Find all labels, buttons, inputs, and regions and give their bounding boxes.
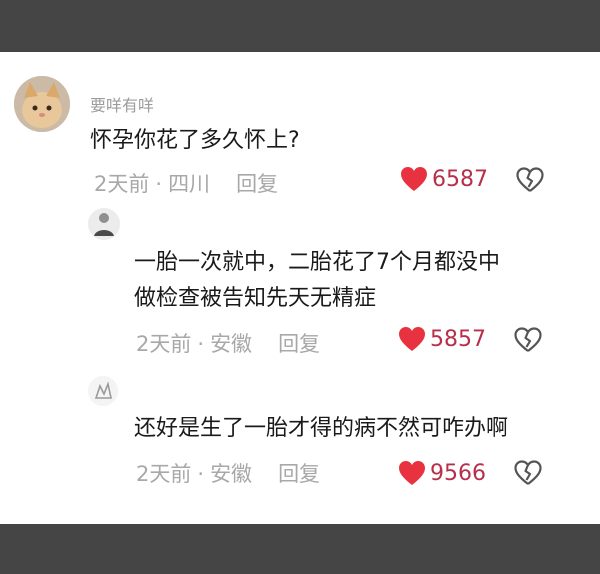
reply-time: 2天前 <box>136 332 192 356</box>
comment-location: 四川 <box>168 172 211 196</box>
heart-filled-icon <box>399 461 425 485</box>
reply-location: 安徽 <box>210 462 253 486</box>
reply-user-avatar[interactable] <box>88 376 118 406</box>
meta-separator: · <box>197 332 205 356</box>
reply-text-line: 做检查被告知先天无精症 <box>134 286 377 311</box>
top-frame-bar <box>0 0 600 52</box>
like-button[interactable]: 6587 <box>400 166 488 192</box>
reply-meta: 2天前 · 安徽 回复 <box>136 458 320 488</box>
reply-button[interactable]: 回复 <box>236 172 278 196</box>
user-avatar[interactable] <box>14 76 70 132</box>
meta-separator: · <box>197 462 205 486</box>
comment-time: 2天前 <box>94 172 150 196</box>
reply-button[interactable]: 回复 <box>278 462 320 486</box>
like-count: 6587 <box>432 166 488 192</box>
like-count: 9566 <box>430 460 486 486</box>
meta-separator: · <box>155 172 163 196</box>
dislike-button[interactable] <box>514 327 542 357</box>
broken-heart-icon <box>514 327 542 352</box>
reply-text-line: 一胎一次就中，二胎花了7个月都没中 <box>134 250 500 275</box>
reply-location: 安徽 <box>210 332 253 356</box>
reply-time: 2天前 <box>136 462 192 486</box>
reply-user-avatar[interactable] <box>88 208 120 240</box>
broken-heart-icon <box>514 460 542 485</box>
heart-filled-icon <box>401 167 427 191</box>
reply-button[interactable]: 回复 <box>278 332 320 356</box>
dislike-button[interactable] <box>516 167 544 197</box>
reply-meta: 2天前 · 安徽 回复 <box>136 328 320 358</box>
like-button[interactable]: 9566 <box>398 460 486 486</box>
like-count: 5857 <box>430 326 486 352</box>
bottom-frame-bar <box>0 524 600 574</box>
broken-heart-icon <box>516 167 544 192</box>
comment-username[interactable]: 要咩有咩 <box>90 92 154 116</box>
heart-filled-icon <box>399 327 425 351</box>
comment-text: 怀孕你花了多久怀上? <box>90 128 300 153</box>
dislike-button[interactable] <box>514 460 542 490</box>
reply-text: 还好是生了一胎才得的病不然可咋办啊 <box>134 416 509 441</box>
like-button[interactable]: 5857 <box>398 326 486 352</box>
comment-meta: 2天前 · 四川 回复 <box>94 168 278 198</box>
